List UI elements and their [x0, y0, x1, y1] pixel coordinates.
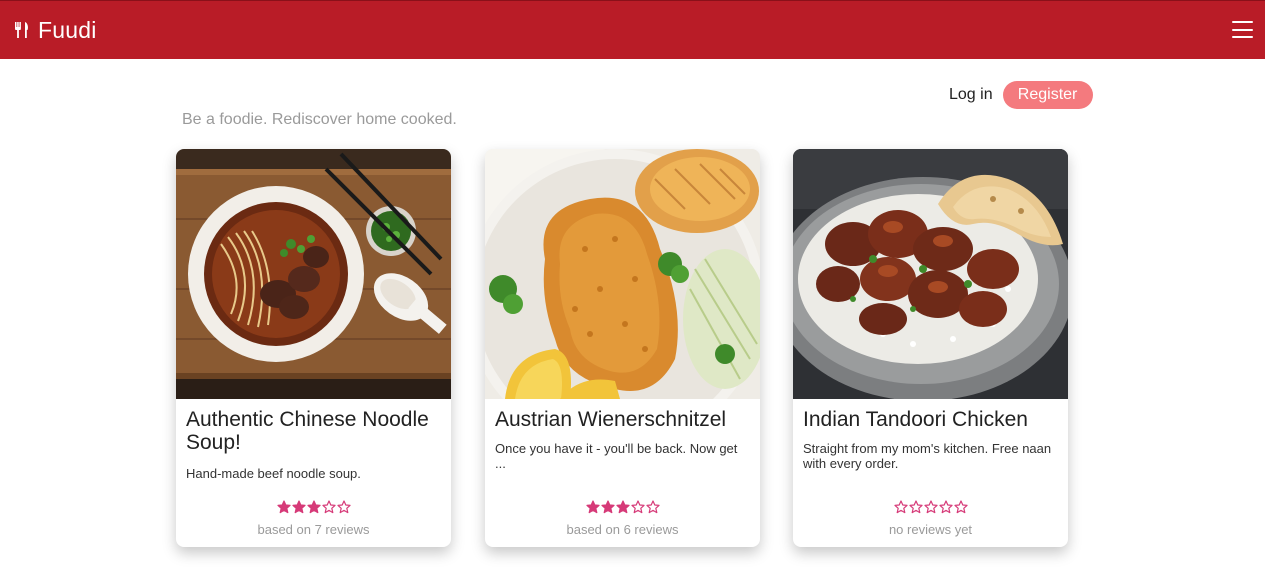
- star-filled-icon: [291, 500, 306, 514]
- star-filled-icon: [600, 500, 615, 514]
- recipe-description: Straight from my mom's kitchen. Free naa…: [803, 441, 1052, 471]
- star-empty-icon: [923, 500, 938, 514]
- recipe-image[interactable]: [485, 149, 760, 399]
- recipe-description: Once you have it - you'll be back. Now g…: [495, 441, 738, 471]
- recipe-image[interactable]: [176, 149, 451, 399]
- login-link[interactable]: Log in: [949, 86, 993, 104]
- card-body: Indian Tandoori Chicken Straight from my…: [793, 399, 1068, 471]
- register-button[interactable]: Register: [1002, 81, 1093, 109]
- auth-links: Log in Register: [949, 81, 1093, 109]
- star-rating: [176, 500, 451, 514]
- tagline: Be a foodie. Rediscover home cooked.: [182, 111, 457, 128]
- review-count: based on 7 reviews: [257, 522, 370, 537]
- hamburger-line: [1232, 36, 1253, 38]
- star-empty-icon: [321, 500, 336, 514]
- recipe-description: Hand-made beef noodle soup.: [186, 466, 361, 481]
- star-empty-icon: [630, 500, 645, 514]
- hamburger-line: [1232, 21, 1253, 23]
- recipe-title[interactable]: Indian Tandoori Chicken: [803, 408, 1058, 431]
- star-empty-icon: [908, 500, 923, 514]
- card-body: Authentic Chinese Noodle Soup! Hand-made…: [176, 399, 451, 496]
- recipe-card[interactable]: Indian Tandoori Chicken Straight from my…: [793, 149, 1068, 547]
- recipe-title[interactable]: Authentic Chinese Noodle Soup!: [186, 408, 441, 454]
- star-empty-icon: [938, 500, 953, 514]
- star-rating: [793, 500, 1068, 514]
- card-body: Austrian Wienerschnitzel Once you have i…: [485, 399, 760, 471]
- star-filled-icon: [615, 500, 630, 514]
- star-empty-icon: [336, 500, 351, 514]
- star-filled-icon: [276, 500, 291, 514]
- star-empty-icon: [953, 500, 968, 514]
- review-count: based on 6 reviews: [566, 522, 679, 537]
- brand-name: Fuudi: [38, 16, 97, 43]
- brand-link[interactable]: Fuudi: [14, 17, 97, 44]
- recipe-card[interactable]: Authentic Chinese Noodle Soup! Hand-made…: [176, 149, 451, 547]
- recipe-card[interactable]: Austrian Wienerschnitzel Once you have i…: [485, 149, 760, 547]
- review-count: no reviews yet: [888, 522, 973, 537]
- fork-knife-icon: [15, 22, 28, 38]
- star-rating: [485, 500, 760, 514]
- menu-toggle-button[interactable]: [1232, 21, 1253, 38]
- star-empty-icon: [893, 500, 908, 514]
- star-filled-icon: [306, 500, 321, 514]
- star-empty-icon: [645, 500, 660, 514]
- recipe-image[interactable]: [793, 149, 1068, 399]
- recipe-title[interactable]: Austrian Wienerschnitzel: [495, 408, 750, 431]
- star-filled-icon: [585, 500, 600, 514]
- hamburger-line: [1232, 28, 1253, 31]
- top-navbar: Fuudi: [0, 0, 1265, 59]
